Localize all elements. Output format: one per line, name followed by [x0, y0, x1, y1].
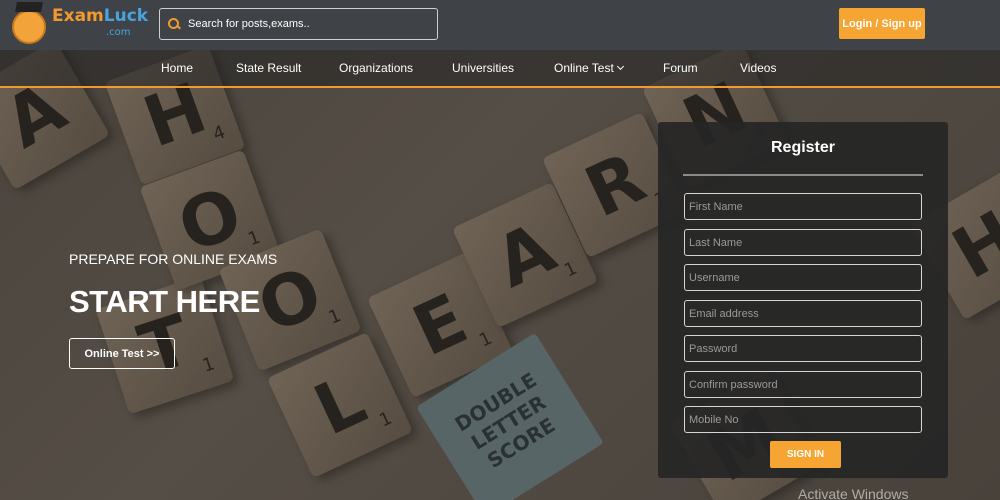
hero-title: START HERE	[69, 284, 260, 319]
register-panel: Register SIGN IN	[658, 122, 948, 478]
activate-windows-watermark: Activate Windows	[798, 486, 909, 500]
site-logo[interactable]: ExamLuck .com	[10, 2, 148, 46]
register-divider	[683, 174, 923, 176]
logo-domain: .com	[106, 27, 131, 38]
email-field[interactable]	[684, 300, 922, 327]
username-field[interactable]	[684, 264, 922, 291]
search-icon[interactable]	[168, 18, 180, 30]
mobile-field[interactable]	[684, 406, 922, 433]
sign-in-button[interactable]: SIGN IN	[770, 441, 841, 468]
mascot-icon	[12, 10, 46, 44]
online-test-button[interactable]: Online Test >>	[69, 338, 175, 369]
first-name-field[interactable]	[684, 193, 922, 220]
chevron-down-icon	[616, 62, 624, 71]
search-input[interactable]	[188, 18, 428, 30]
nav-item-organizations[interactable]: Organizations	[339, 61, 413, 75]
nav-item-state-result[interactable]: State Result	[236, 61, 301, 75]
password-field[interactable]	[684, 335, 922, 362]
graduation-cap-icon	[15, 2, 43, 12]
nav-item-forum[interactable]: Forum	[663, 61, 698, 75]
search-box	[159, 8, 438, 40]
nav-item-universities[interactable]: Universities	[452, 61, 514, 75]
last-name-field[interactable]	[684, 229, 922, 256]
login-signup-button[interactable]: Login / Sign up	[839, 8, 925, 39]
logo-wordmark: ExamLuck	[52, 6, 149, 26]
nav-item-videos[interactable]: Videos	[740, 61, 776, 75]
nav-item-home[interactable]: Home	[161, 61, 193, 75]
main-nav: Home State Result Organizations Universi…	[0, 50, 1000, 88]
hero-pretitle: PREPARE FOR ONLINE EXAMS	[69, 251, 278, 267]
nav-item-online-test-label: Online Test	[554, 61, 614, 75]
confirm-password-field[interactable]	[684, 371, 922, 398]
nav-item-online-test[interactable]: Online Test	[554, 61, 624, 75]
register-title: Register	[770, 139, 836, 156]
top-bar: ExamLuck .com Login / Sign up	[0, 0, 1000, 50]
